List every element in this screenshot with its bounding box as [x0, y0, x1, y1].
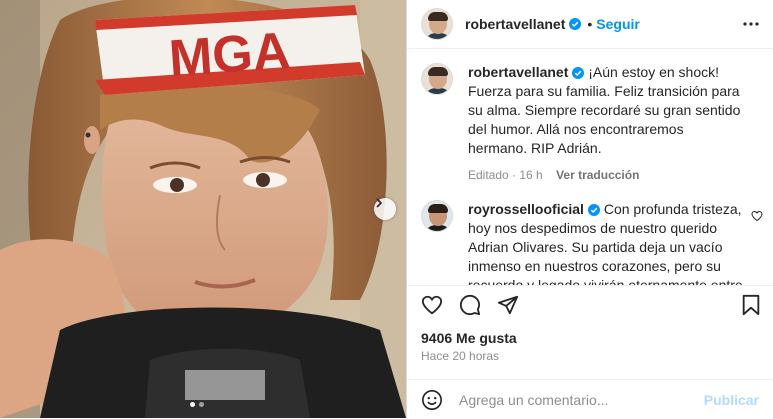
caption-author-avatar[interactable] [421, 63, 453, 95]
verified-badge-icon [569, 18, 582, 30]
comment-text-block: royrossellooficial Con profunda tristeza… [468, 200, 743, 285]
see-translation-button[interactable]: Ver traducción [556, 168, 639, 182]
add-comment-bar: Publicar [407, 379, 773, 419]
post-actions-bar [407, 285, 773, 324]
header-separator: • [587, 16, 593, 32]
publish-button[interactable]: Publicar [704, 392, 759, 408]
headband-text: MGA [167, 22, 292, 88]
more-options-icon[interactable] [743, 16, 759, 32]
post-media[interactable]: MGA [0, 0, 406, 418]
carousel-dot [199, 402, 204, 407]
heart-icon[interactable] [421, 294, 443, 316]
comment-item: royrossellooficial Con profunda tristeza… [407, 200, 773, 285]
post-photo: MGA [0, 0, 406, 418]
carousel-dot-active [190, 402, 195, 407]
chevron-right-icon [376, 198, 383, 208]
emoji-icon[interactable] [421, 389, 443, 411]
author-username[interactable]: robertavellanet [465, 16, 565, 32]
caption-comment: robertavellanet ¡Aún estoy en shock! Fue… [407, 63, 773, 182]
post-time: Hace 20 horas [421, 349, 500, 363]
instagram-post: MGA robertavellanet • Seguir robertavell… [0, 0, 773, 418]
comments-list[interactable]: robertavellanet ¡Aún estoy en shock! Fue… [407, 49, 773, 285]
caption-username[interactable]: robertavellanet [468, 64, 568, 80]
share-icon[interactable] [497, 294, 519, 316]
carousel-indicator [190, 402, 204, 407]
caption-text-block: robertavellanet ¡Aún estoy en shock! Fue… [468, 63, 743, 158]
verified-badge-icon [587, 204, 600, 216]
comment-icon[interactable] [459, 294, 481, 316]
commenter-avatar[interactable] [421, 200, 453, 232]
next-slide-button[interactable] [374, 198, 396, 220]
likes-count[interactable]: 9406 Me gusta [421, 330, 517, 346]
caption-time: Editado · 16 h [468, 168, 543, 182]
comment-input[interactable] [457, 390, 691, 409]
follow-button[interactable]: Seguir [596, 16, 640, 32]
commenter-username[interactable]: royrossellooficial [468, 201, 584, 217]
author-avatar[interactable] [421, 8, 453, 40]
bookmark-icon[interactable] [741, 294, 761, 316]
caption-meta: Editado · 16 h Ver traducción [468, 168, 743, 182]
comment-like-heart-icon[interactable] [751, 210, 763, 222]
post-header: robertavellanet • Seguir [407, 0, 773, 49]
verified-badge-icon [572, 67, 585, 79]
post-details-panel: robertavellanet • Seguir robertavellanet [406, 0, 773, 418]
